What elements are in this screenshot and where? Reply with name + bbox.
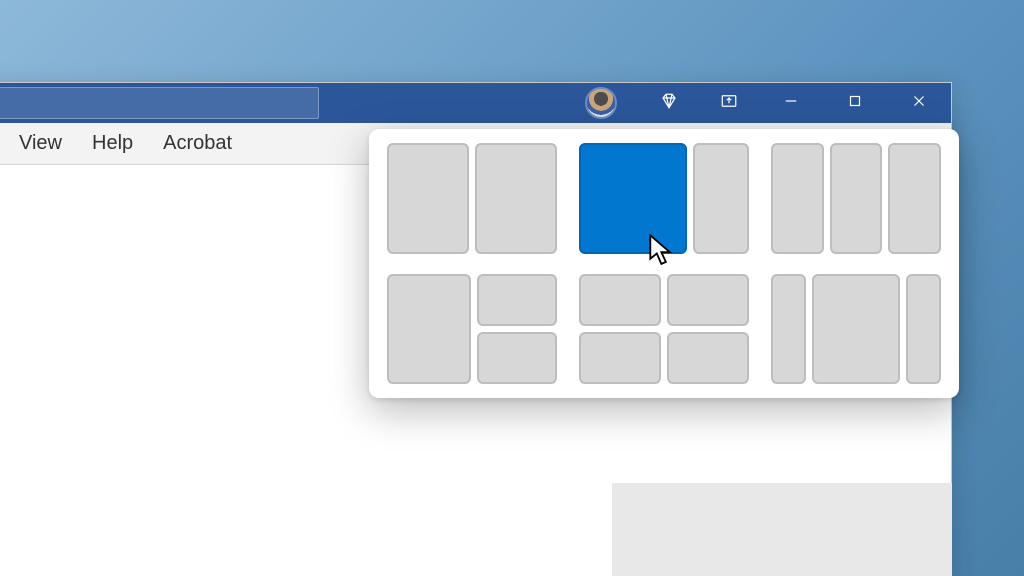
premium-button[interactable] [639, 83, 699, 123]
snap-zone[interactable] [888, 143, 941, 254]
snap-zone[interactable] [579, 332, 661, 384]
menu-view[interactable]: View [19, 132, 62, 155]
maximize-icon [846, 92, 864, 115]
snap-zone[interactable] [667, 274, 749, 326]
snap-layout-three-column[interactable] [771, 143, 941, 254]
close-button[interactable] [887, 83, 951, 123]
premium-diamond-icon [660, 92, 678, 115]
title-search-box[interactable] [0, 87, 319, 119]
snap-layouts-flyout [369, 129, 959, 398]
snap-layout-two-thirds-left[interactable] [579, 143, 749, 254]
snap-zone[interactable] [579, 274, 661, 326]
menu-help[interactable]: Help [92, 132, 133, 155]
minimize-button[interactable] [759, 83, 823, 123]
snap-zone[interactable] [477, 332, 557, 384]
minimize-icon [782, 92, 800, 115]
maximize-button[interactable] [823, 83, 887, 123]
snap-zone[interactable] [477, 274, 557, 326]
snap-zone[interactable] [830, 143, 883, 254]
snap-zone[interactable] [771, 143, 824, 254]
share-to-window-button[interactable] [699, 83, 759, 123]
snap-zone[interactable] [667, 332, 749, 384]
snap-zone[interactable] [906, 274, 941, 385]
share-to-window-icon [720, 92, 738, 115]
snap-zone[interactable] [771, 274, 806, 385]
menu-acrobat[interactable]: Acrobat [163, 132, 232, 155]
snap-layout-half-half[interactable] [387, 143, 557, 254]
snap-zone[interactable] [812, 274, 900, 385]
snap-layout-left-quarter-stack[interactable] [387, 274, 557, 385]
snap-zone[interactable] [475, 143, 557, 254]
scroll-track [612, 483, 952, 576]
snap-zone[interactable] [387, 143, 469, 254]
snap-zone-selected[interactable] [579, 143, 687, 254]
close-icon [910, 92, 928, 115]
titlebar [0, 83, 951, 123]
snap-zone[interactable] [693, 143, 749, 254]
snap-layout-narrow-wide-narrow[interactable] [771, 274, 941, 385]
snap-zone[interactable] [387, 274, 471, 385]
snap-layout-quadrant[interactable] [579, 274, 749, 385]
user-avatar[interactable] [585, 87, 617, 119]
